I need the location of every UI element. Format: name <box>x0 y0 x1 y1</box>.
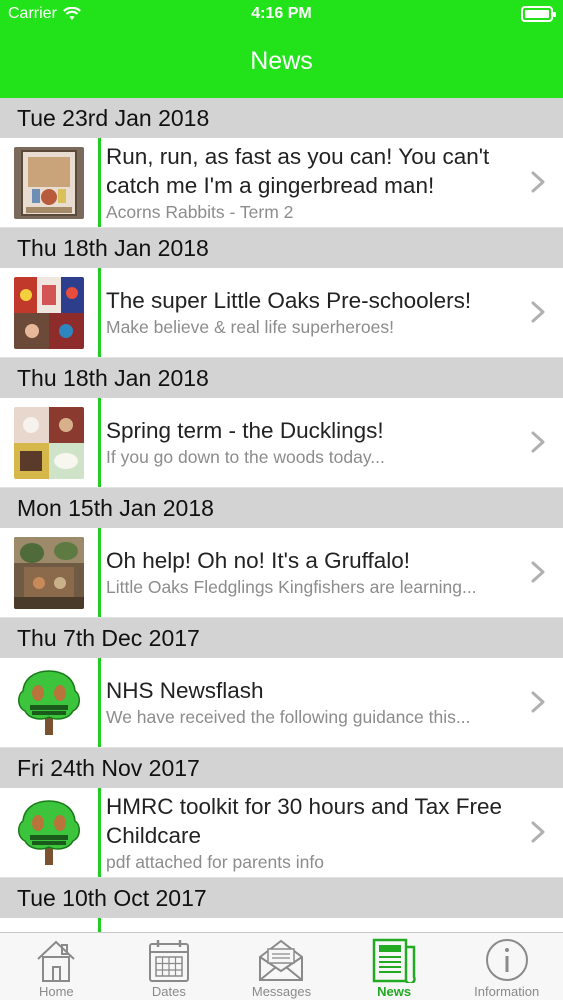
date-section-header: Thu 18th Jan 2018 <box>0 358 563 398</box>
chevron-right-icon <box>531 171 545 193</box>
envelope-icon <box>259 939 304 981</box>
news-subtitle: We have received the following guidance … <box>106 707 471 727</box>
news-subtitle: If you go down to the woods today... <box>106 447 385 467</box>
date-section-header: Fri 24th Nov 2017 <box>0 748 563 788</box>
accent-rule <box>98 528 101 617</box>
chevron-right-icon <box>531 691 545 713</box>
news-subtitle: Make believe & real life superheroes! <box>106 317 394 337</box>
tab-label: Messages <box>251 984 312 999</box>
tab-news[interactable]: News <box>338 933 451 1000</box>
news-title: HMRC toolkit for 30 hours and Tax Free C… <box>106 793 503 848</box>
news-title: Run, run, as fast as you can! You can't … <box>106 143 490 198</box>
date-section-header: Tue 23rd Jan 2018 <box>0 98 563 138</box>
tab-label: News <box>377 984 412 999</box>
date-section-header: Thu 7th Dec 2017 <box>0 618 563 658</box>
chevron-right-icon <box>531 821 545 843</box>
date-section-header: Mon 15th Jan 2018 <box>0 488 563 528</box>
tab-bar: Home Dates Messages News Information <box>0 932 563 1000</box>
tab-label: Home <box>38 984 74 999</box>
gingerbread-photo-icon <box>14 147 84 219</box>
tab-messages[interactable]: Messages <box>225 933 338 1000</box>
news-item[interactable]: Spring term - the Ducklings! If you go d… <box>0 398 563 488</box>
tab-information[interactable]: Information <box>450 933 563 1000</box>
news-subtitle: pdf attached for parents info <box>106 851 324 872</box>
news-title: NHS Newsflash <box>106 678 264 703</box>
tab-label: Information <box>474 984 540 999</box>
status-bar: Carrier 4:16 PM <box>0 0 563 30</box>
date-section-header: Thu 18th Jan 2018 <box>0 228 563 268</box>
accent-rule <box>98 138 101 227</box>
news-title: Spring term - the Ducklings! <box>106 418 384 443</box>
news-item[interactable]: The super Little Oaks Pre-schoolers! Mak… <box>0 268 563 358</box>
news-list[interactable]: Tue 23rd Jan 2018 Run, run, as fast as y… <box>0 98 563 932</box>
battery-level <box>525 10 549 18</box>
news-item[interactable]: Run, run, as fast as you can! You can't … <box>0 138 563 228</box>
ducklings-collage-icon <box>14 407 84 479</box>
chevron-right-icon <box>531 301 545 323</box>
accent-rule <box>98 398 101 487</box>
tab-dates[interactable]: Dates <box>113 933 226 1000</box>
calendar-icon <box>148 940 189 982</box>
news-title: The super Little Oaks Pre-schoolers! <box>106 288 472 313</box>
page-title: News <box>250 47 313 75</box>
info-circle-icon <box>485 939 528 981</box>
gruffalo-photo-icon <box>14 537 84 609</box>
chevron-right-icon <box>531 561 545 583</box>
superheroes-collage-icon <box>14 277 84 349</box>
oak-tree-logo-icon <box>14 797 84 869</box>
news-subtitle: Little Oaks Fledglings Kingfishers are l… <box>106 577 477 597</box>
navigation-header: Carrier 4:16 PM News <box>0 0 563 98</box>
accent-rule <box>98 658 101 747</box>
chevron-right-icon <box>531 431 545 453</box>
news-item[interactable]: NHS Newsflash We have received the follo… <box>0 658 563 748</box>
newspaper-icon <box>372 938 416 983</box>
clock: 4:16 PM <box>251 5 312 22</box>
tab-label: Dates <box>151 984 186 999</box>
accent-rule <box>98 788 101 877</box>
oak-tree-logo-icon <box>14 667 84 739</box>
accent-rule <box>98 918 101 932</box>
news-item[interactable] <box>0 918 563 932</box>
news-title: Oh help! Oh no! It's a Gruffalo! <box>106 548 411 573</box>
tab-home[interactable]: Home <box>0 933 113 1000</box>
news-item[interactable]: Oh help! Oh no! It's a Gruffalo! Little … <box>0 528 563 618</box>
news-subtitle: Acorns Rabbits - Term 2 <box>106 201 294 222</box>
accent-rule <box>98 268 101 357</box>
date-section-header: Tue 10th Oct 2017 <box>0 878 563 918</box>
house-icon <box>37 940 75 982</box>
news-item[interactable]: HMRC toolkit for 30 hours and Tax Free C… <box>0 788 563 878</box>
battery-icon <box>521 6 556 22</box>
